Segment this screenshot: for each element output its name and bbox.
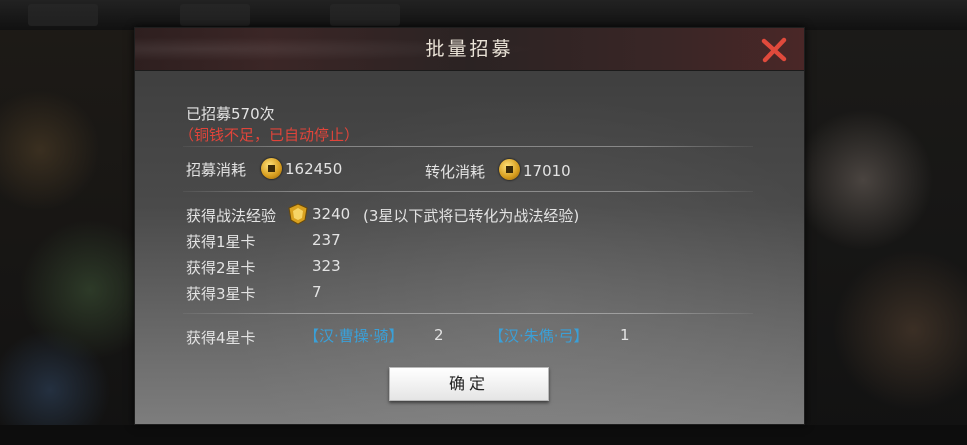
star-row-label: 获得1星卡 bbox=[186, 233, 256, 251]
divider bbox=[183, 313, 753, 314]
xp-label: 获得战法经验 bbox=[186, 207, 277, 225]
background-tab bbox=[330, 4, 400, 26]
star-row-value: 7 bbox=[312, 283, 322, 301]
recruit-cost-label: 招募消耗 bbox=[186, 161, 247, 179]
card-count: 1 bbox=[620, 326, 630, 344]
tactic-xp-icon bbox=[288, 203, 308, 225]
confirm-button[interactable]: 确定 bbox=[389, 367, 549, 401]
background-tab bbox=[180, 4, 250, 26]
card-link-zhu-jun[interactable]: 【汉·朱儁·弓】 bbox=[489, 325, 589, 346]
recruit-count: 已招募570次 bbox=[186, 105, 275, 123]
copper-coin-icon bbox=[261, 158, 282, 179]
convert-cost-value: 17010 bbox=[523, 162, 571, 180]
recruit-cost-value: 162450 bbox=[285, 160, 343, 178]
dialog-header: 批量招募 bbox=[135, 28, 804, 71]
close-icon bbox=[761, 37, 787, 63]
xp-note: (3星以下武将已转化为战法经验) bbox=[363, 207, 580, 225]
background-tab bbox=[28, 4, 98, 26]
convert-cost-label: 转化消耗 bbox=[425, 163, 486, 181]
divider bbox=[183, 191, 753, 192]
star-row-label: 获得3星卡 bbox=[186, 285, 256, 303]
card-count: 2 bbox=[434, 326, 444, 344]
xp-value: 3240 bbox=[312, 205, 351, 223]
star-row-value: 323 bbox=[312, 257, 341, 275]
background-bottom-bar bbox=[0, 425, 967, 445]
four-star-label: 获得4星卡 bbox=[186, 329, 256, 347]
background-left-panel bbox=[0, 30, 135, 445]
stop-notice: （铜钱不足，已自动停止） bbox=[179, 126, 360, 144]
copper-coin-icon bbox=[499, 159, 520, 180]
card-link-cao-cao[interactable]: 【汉·曹操·骑】 bbox=[304, 325, 404, 346]
dialog-title: 批量招募 bbox=[425, 38, 514, 60]
batch-recruit-dialog: 批量招募 已招募570次 （铜钱不足，已自动停止） 招募消耗 162450 转化… bbox=[134, 27, 805, 425]
divider bbox=[183, 146, 753, 147]
background-right-panel bbox=[803, 30, 967, 445]
star-row-value: 237 bbox=[312, 231, 341, 249]
star-row-label: 获得2星卡 bbox=[186, 259, 256, 277]
close-button[interactable] bbox=[760, 36, 788, 64]
